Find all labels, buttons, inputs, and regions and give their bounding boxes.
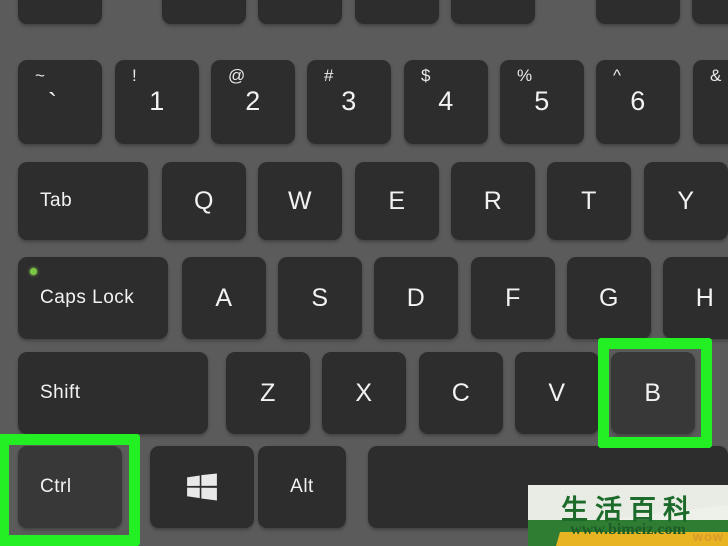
- key-3-shift-symbol: #: [324, 66, 334, 85]
- key-6[interactable]: ^ 6: [596, 60, 680, 144]
- key-backtick[interactable]: ~ `: [18, 60, 102, 144]
- key-2-label: 2: [245, 86, 261, 116]
- key-c-label: C: [451, 378, 471, 407]
- key-q[interactable]: Q: [162, 162, 246, 240]
- key-f4[interactable]: [451, 0, 535, 24]
- key-3[interactable]: # 3: [307, 60, 391, 144]
- key-1-label: 1: [149, 86, 165, 116]
- key-g[interactable]: G: [567, 257, 651, 339]
- key-windows[interactable]: [150, 446, 254, 528]
- key-esc[interactable]: [18, 0, 102, 24]
- key-b-label: B: [644, 378, 662, 407]
- key-backtick-base-symbol: `: [48, 88, 58, 118]
- key-y[interactable]: Y: [644, 162, 728, 240]
- key-v[interactable]: V: [515, 352, 599, 434]
- key-x[interactable]: X: [322, 352, 406, 434]
- key-c[interactable]: C: [419, 352, 503, 434]
- key-2-shift-symbol: @: [228, 66, 246, 85]
- key-3-label: 3: [341, 86, 357, 116]
- key-d-label: D: [406, 283, 426, 312]
- key-f-label: F: [505, 283, 521, 312]
- key-tab[interactable]: Tab: [18, 162, 148, 240]
- key-s[interactable]: S: [278, 257, 362, 339]
- key-shift-label: Shift: [40, 382, 81, 403]
- key-7[interactable]: & 7: [693, 60, 728, 144]
- key-shift[interactable]: Shift: [18, 352, 208, 434]
- key-h[interactable]: H: [663, 257, 728, 339]
- key-ctrl-label: Ctrl: [40, 476, 72, 497]
- key-t[interactable]: T: [547, 162, 631, 240]
- key-w-label: W: [287, 186, 313, 215]
- key-f1[interactable]: [162, 0, 246, 24]
- key-r[interactable]: R: [451, 162, 535, 240]
- key-4-label: 4: [438, 86, 454, 116]
- watermark-url: www.bimeiz.com: [570, 521, 686, 538]
- key-a[interactable]: A: [182, 257, 266, 339]
- key-caps-lock[interactable]: Caps Lock: [18, 257, 168, 339]
- key-tab-label: Tab: [40, 190, 73, 211]
- key-v-label: V: [548, 378, 566, 407]
- key-g-label: G: [599, 283, 619, 312]
- key-4-shift-symbol: $: [421, 66, 431, 85]
- key-f2[interactable]: [258, 0, 342, 24]
- key-f5[interactable]: [596, 0, 680, 24]
- windows-logo-icon: [187, 473, 217, 501]
- key-7-label: 7: [693, 86, 728, 117]
- key-y-label: Y: [677, 186, 695, 215]
- key-2[interactable]: @ 2: [211, 60, 295, 144]
- key-e[interactable]: E: [355, 162, 439, 240]
- key-h-label: H: [695, 283, 715, 312]
- key-5[interactable]: % 5: [500, 60, 584, 144]
- keyboard-image: ~ ` ! 1 @ 2 # 3 $ 4 % 5 ^ 6 & 7 Tab Q W …: [0, 0, 728, 546]
- key-5-shift-symbol: %: [517, 66, 533, 85]
- caps-lock-led-icon: [30, 268, 37, 275]
- key-1[interactable]: ! 1: [115, 60, 199, 144]
- key-4[interactable]: $ 4: [404, 60, 488, 144]
- key-ctrl[interactable]: Ctrl: [18, 446, 122, 528]
- key-e-label: E: [388, 186, 406, 215]
- key-x-label: X: [355, 378, 373, 407]
- key-z-label: Z: [260, 378, 276, 407]
- key-z[interactable]: Z: [226, 352, 310, 434]
- key-a-label: A: [215, 283, 233, 312]
- key-r-label: R: [483, 186, 503, 215]
- key-t-label: T: [581, 186, 597, 215]
- key-f3[interactable]: [355, 0, 439, 24]
- key-b[interactable]: B: [611, 352, 695, 434]
- key-s-label: S: [311, 283, 329, 312]
- key-5-label: 5: [534, 86, 550, 116]
- key-alt-label: Alt: [290, 476, 314, 497]
- key-f6[interactable]: [692, 0, 728, 24]
- key-d[interactable]: D: [374, 257, 458, 339]
- key-w[interactable]: W: [258, 162, 342, 240]
- key-f[interactable]: F: [471, 257, 555, 339]
- key-6-shift-symbol: ^: [613, 66, 622, 85]
- watermark: 生活百科 www.bimeiz.com wow: [528, 485, 728, 546]
- key-6-label: 6: [630, 86, 646, 116]
- key-7-shift-symbol: &: [710, 66, 722, 85]
- key-q-label: Q: [194, 186, 214, 215]
- key-backtick-shift-symbol: ~: [35, 66, 46, 85]
- key-1-shift-symbol: !: [132, 66, 138, 85]
- key-alt[interactable]: Alt: [258, 446, 346, 528]
- key-caps-lock-label: Caps Lock: [40, 287, 135, 308]
